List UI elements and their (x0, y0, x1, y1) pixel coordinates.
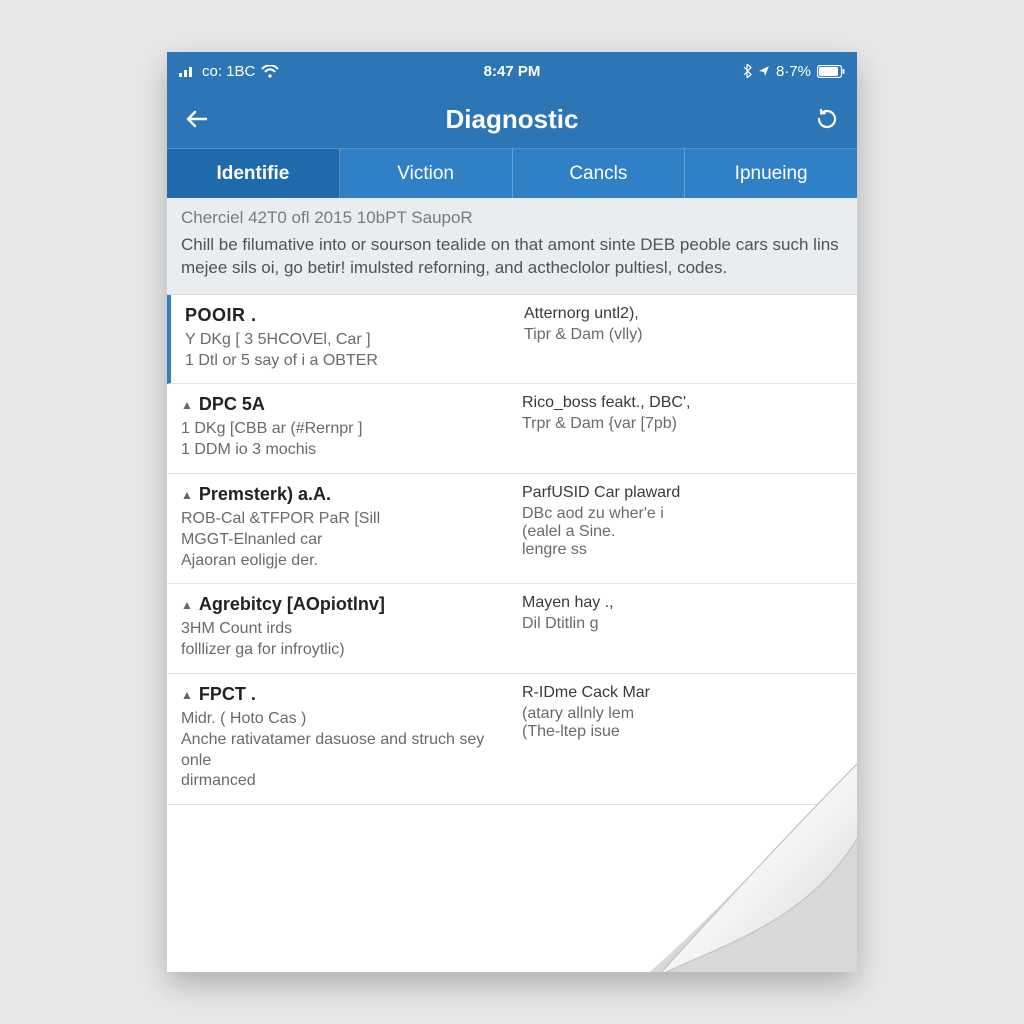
item-right-1: ParfUSID Car plaward (522, 484, 843, 502)
item-right-1: Atternorg untl2), (524, 305, 843, 323)
item-title: FPCT . (199, 684, 256, 705)
list-item[interactable]: ▲ Premsterk) a.A. ROB-Cal &TFPOR PaR [Sil… (167, 474, 857, 584)
triangle-icon: ▲ (181, 488, 193, 502)
status-bar: co: 1BC 8:47 PM 8·7% (167, 52, 857, 90)
item-right-4: lengre ss (522, 541, 843, 559)
diagnostic-list: POOIR . Y DKg [ 3 5HCOVEl, Car ] 1 Dtl o… (167, 295, 857, 805)
page-title: Diagnostic (167, 104, 857, 135)
tab-label: Ipnueing (735, 163, 808, 185)
triangle-icon: ▲ (181, 688, 193, 702)
item-sub-left-1: ROB-Cal &TFPOR PaR [Sill (181, 509, 502, 530)
tab-label: Identifie (216, 163, 289, 185)
intro-heading: Cherciel 42T0 ofl 2015 10bPT SaupoR (181, 208, 843, 228)
item-title: DPC 5A (199, 394, 265, 415)
list-item[interactable]: ▲ FPCT . Midr. ( Hoto Cas ) Anche rativat… (167, 674, 857, 805)
battery-icon (817, 65, 845, 78)
title-bar: Diagnostic (167, 90, 857, 148)
triangle-icon: ▲ (181, 598, 193, 612)
item-right-1: Mayen hay ., (522, 594, 843, 612)
bluetooth-icon (743, 64, 752, 78)
item-right-2: Trpr & Dam {var [7pb) (522, 415, 843, 433)
item-right-2: (atary allnly lem (522, 705, 843, 723)
item-sub-left-3: dirmanced (181, 771, 502, 792)
list-item[interactable]: ▲ DPC 5A 1 DKg [CBB ar (#Rernpr ] 1 DDM i… (167, 384, 857, 474)
tab-identifie[interactable]: Identifie (167, 149, 340, 198)
item-sub-left-1: 1 DKg [CBB ar (#Rernpr ] (181, 419, 502, 440)
item-sub-left-2: folllizer ga for infroytlic) (181, 640, 502, 661)
signal-icon (179, 65, 196, 77)
item-right-1: R-IDme Cack Mar (522, 684, 843, 702)
battery-percent-label: 8·7% (776, 63, 811, 80)
item-right-1: Rico_boss feakt., DBC', (522, 394, 843, 412)
tab-ipnueing[interactable]: Ipnueing (685, 149, 857, 198)
triangle-icon: ▲ (181, 398, 193, 412)
item-title: Premsterk) a.A. (199, 484, 331, 505)
tab-bar: Identifie Viction Cancls Ipnueing (167, 148, 857, 198)
item-sub-left-2: 1 Dtl or 5 say of i a OBTER (185, 351, 504, 372)
item-right-3: (ealel a Sine. (522, 523, 843, 541)
intro-block: Cherciel 42T0 ofl 2015 10bPT SaupoR Chil… (167, 198, 857, 295)
item-title: Agrebitcy [AOpiotlnv] (199, 594, 385, 615)
location-icon (758, 65, 770, 77)
item-sub-left-3: Ajaoran eoligje der. (181, 551, 502, 572)
tab-viction[interactable]: Viction (340, 149, 513, 198)
item-sub-left-2: 1 DDM io 3 mochis (181, 440, 502, 461)
item-right-2: Dil Dtitlin g (522, 615, 843, 633)
item-sub-left-2: Anche rativatamer dasuose and struch sey… (181, 730, 502, 772)
wifi-icon (261, 65, 279, 78)
intro-body: Chill be filumative into or sourson teal… (181, 234, 843, 280)
list-item[interactable]: POOIR . Y DKg [ 3 5HCOVEl, Car ] 1 Dtl o… (167, 295, 857, 385)
phone-frame: co: 1BC 8:47 PM 8·7% (167, 52, 857, 972)
item-sub-left-2: MGGT-Elnanled car (181, 530, 502, 551)
item-right-2: Tipr & Dam (vlly) (524, 326, 843, 344)
tab-label: Viction (397, 163, 454, 185)
carrier-label: co: 1BC (202, 63, 255, 80)
item-sub-left-1: Midr. ( Hoto Cas ) (181, 709, 502, 730)
item-right-3: (The-ltep isue (522, 723, 843, 741)
tab-cancls[interactable]: Cancls (513, 149, 686, 198)
item-right-2: DBc aod zu wher'e i (522, 505, 843, 523)
tab-label: Cancls (569, 163, 627, 185)
list-item[interactable]: ▲ Agrebitcy [AOpiotlnv] 3HM Count irds fo… (167, 584, 857, 674)
item-sub-left-1: Y DKg [ 3 5HCOVEl, Car ] (185, 330, 504, 351)
item-title: POOIR . (185, 305, 257, 326)
item-sub-left-1: 3HM Count irds (181, 619, 502, 640)
